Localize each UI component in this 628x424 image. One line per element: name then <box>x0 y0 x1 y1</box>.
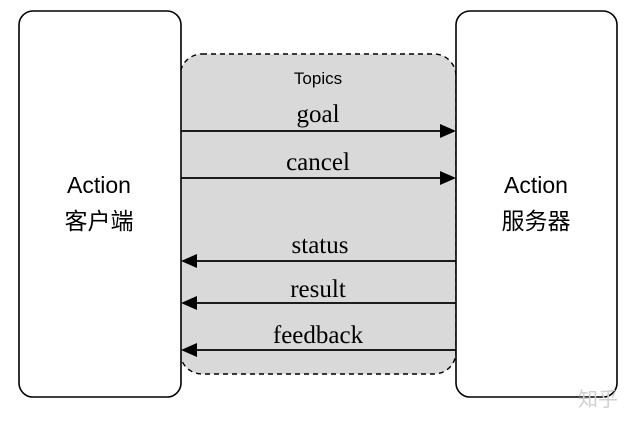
client-subtitle: 客户端 <box>65 208 134 234</box>
action-server-box <box>455 10 618 398</box>
message-label-cancel: cancel <box>286 149 350 176</box>
server-subtitle: 服务器 <box>502 208 571 234</box>
client-title: Action <box>67 172 131 198</box>
message-label-goal: goal <box>296 101 339 128</box>
action-client-box <box>18 10 182 398</box>
topics-title: Topics <box>294 69 342 88</box>
zhihu-watermark: 知乎 <box>578 387 618 411</box>
message-label-feedback: feedback <box>273 322 364 349</box>
action-communication-diagram: Action 客户端 Action 服务器 Topics goal cancel… <box>18 10 618 411</box>
message-label-result: result <box>290 276 346 303</box>
server-title: Action <box>504 172 568 198</box>
message-label-status: status <box>292 232 349 259</box>
